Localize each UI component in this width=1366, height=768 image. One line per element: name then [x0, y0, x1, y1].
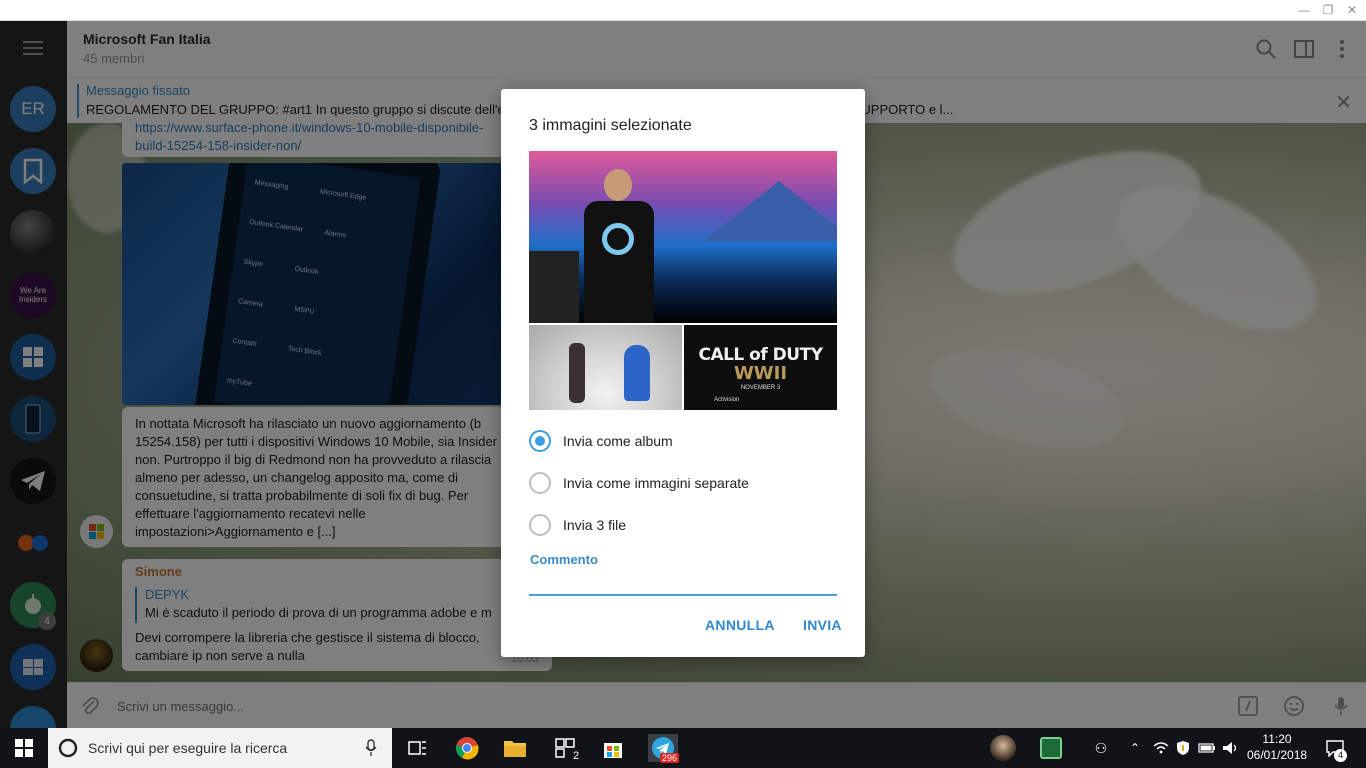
dialog-title: 3 immagini selezionate	[529, 117, 692, 134]
microphone-icon[interactable]	[364, 739, 378, 757]
poster-brand: Activision	[714, 397, 740, 403]
store-icon[interactable]	[598, 734, 628, 762]
character-figure-2	[624, 345, 650, 401]
radio-separate[interactable]	[529, 472, 551, 494]
cortana-circle-icon	[58, 738, 78, 758]
podium	[529, 251, 579, 323]
speaker-body	[584, 201, 654, 323]
start-button[interactable]	[0, 728, 48, 768]
option-send-as-files[interactable]: Invia 3 file	[529, 513, 626, 537]
close-window-button[interactable]: ✕	[1342, 2, 1362, 18]
radio-album[interactable]	[529, 430, 551, 452]
notification-count: 4	[1334, 749, 1347, 762]
mountain-shape	[704, 181, 837, 241]
windows-start-icon	[15, 739, 33, 757]
image-preview-2	[529, 325, 682, 410]
taskbar-search-box[interactable]: Scrivi qui per eseguire la ricerca	[48, 728, 392, 768]
option-send-separate-images[interactable]: Invia come immagini separate	[529, 471, 749, 495]
window-titlebar: — ❐ ✕	[0, 0, 1366, 21]
telegram-unread-badge: 296	[660, 753, 680, 763]
image-preview-3: CALL of DUTY WWII NOVEMBER 3 Activision	[684, 325, 837, 410]
image-preview-1	[529, 151, 837, 323]
comment-label: Commento	[530, 552, 598, 567]
character-figure-1	[569, 343, 585, 403]
poster-subtitle: WWII	[733, 363, 788, 384]
cancel-button[interactable]: ANNULLA	[705, 617, 775, 633]
people-icon[interactable]: ⚇	[1086, 734, 1116, 762]
file-explorer-icon[interactable]	[500, 734, 530, 762]
send-images-dialog: 3 immagini selezionate CALL of DUTY WWII…	[501, 89, 865, 657]
send-button[interactable]: INVIA	[803, 617, 842, 633]
comment-input[interactable]	[529, 569, 837, 596]
radio-files[interactable]	[529, 514, 551, 536]
cortana-ring-icon	[602, 223, 634, 255]
poster-date: NOVEMBER 3	[740, 385, 781, 391]
poster-title: CALL of DUTY	[698, 345, 823, 365]
windows-taskbar: Scrivi qui per eseguire la ricerca 2 296…	[0, 728, 1366, 768]
app-window-count: 2	[573, 750, 580, 762]
speaker-head	[604, 169, 632, 201]
search-placeholder: Scrivi qui per eseguire la ricerca	[88, 740, 288, 756]
maximize-button[interactable]: ❐	[1318, 2, 1338, 18]
task-view-icon[interactable]	[402, 734, 432, 762]
taskbar-clock[interactable]: 11:20 06/01/2018	[1247, 731, 1307, 763]
chrome-icon[interactable]	[452, 734, 482, 762]
game-tray-icon[interactable]	[1036, 734, 1066, 762]
minimize-button[interactable]: —	[1294, 2, 1314, 18]
user-avatar-tray-icon[interactable]	[988, 734, 1018, 762]
option-send-as-album[interactable]: Invia come album	[529, 429, 673, 453]
volume-icon[interactable]	[1216, 734, 1246, 762]
